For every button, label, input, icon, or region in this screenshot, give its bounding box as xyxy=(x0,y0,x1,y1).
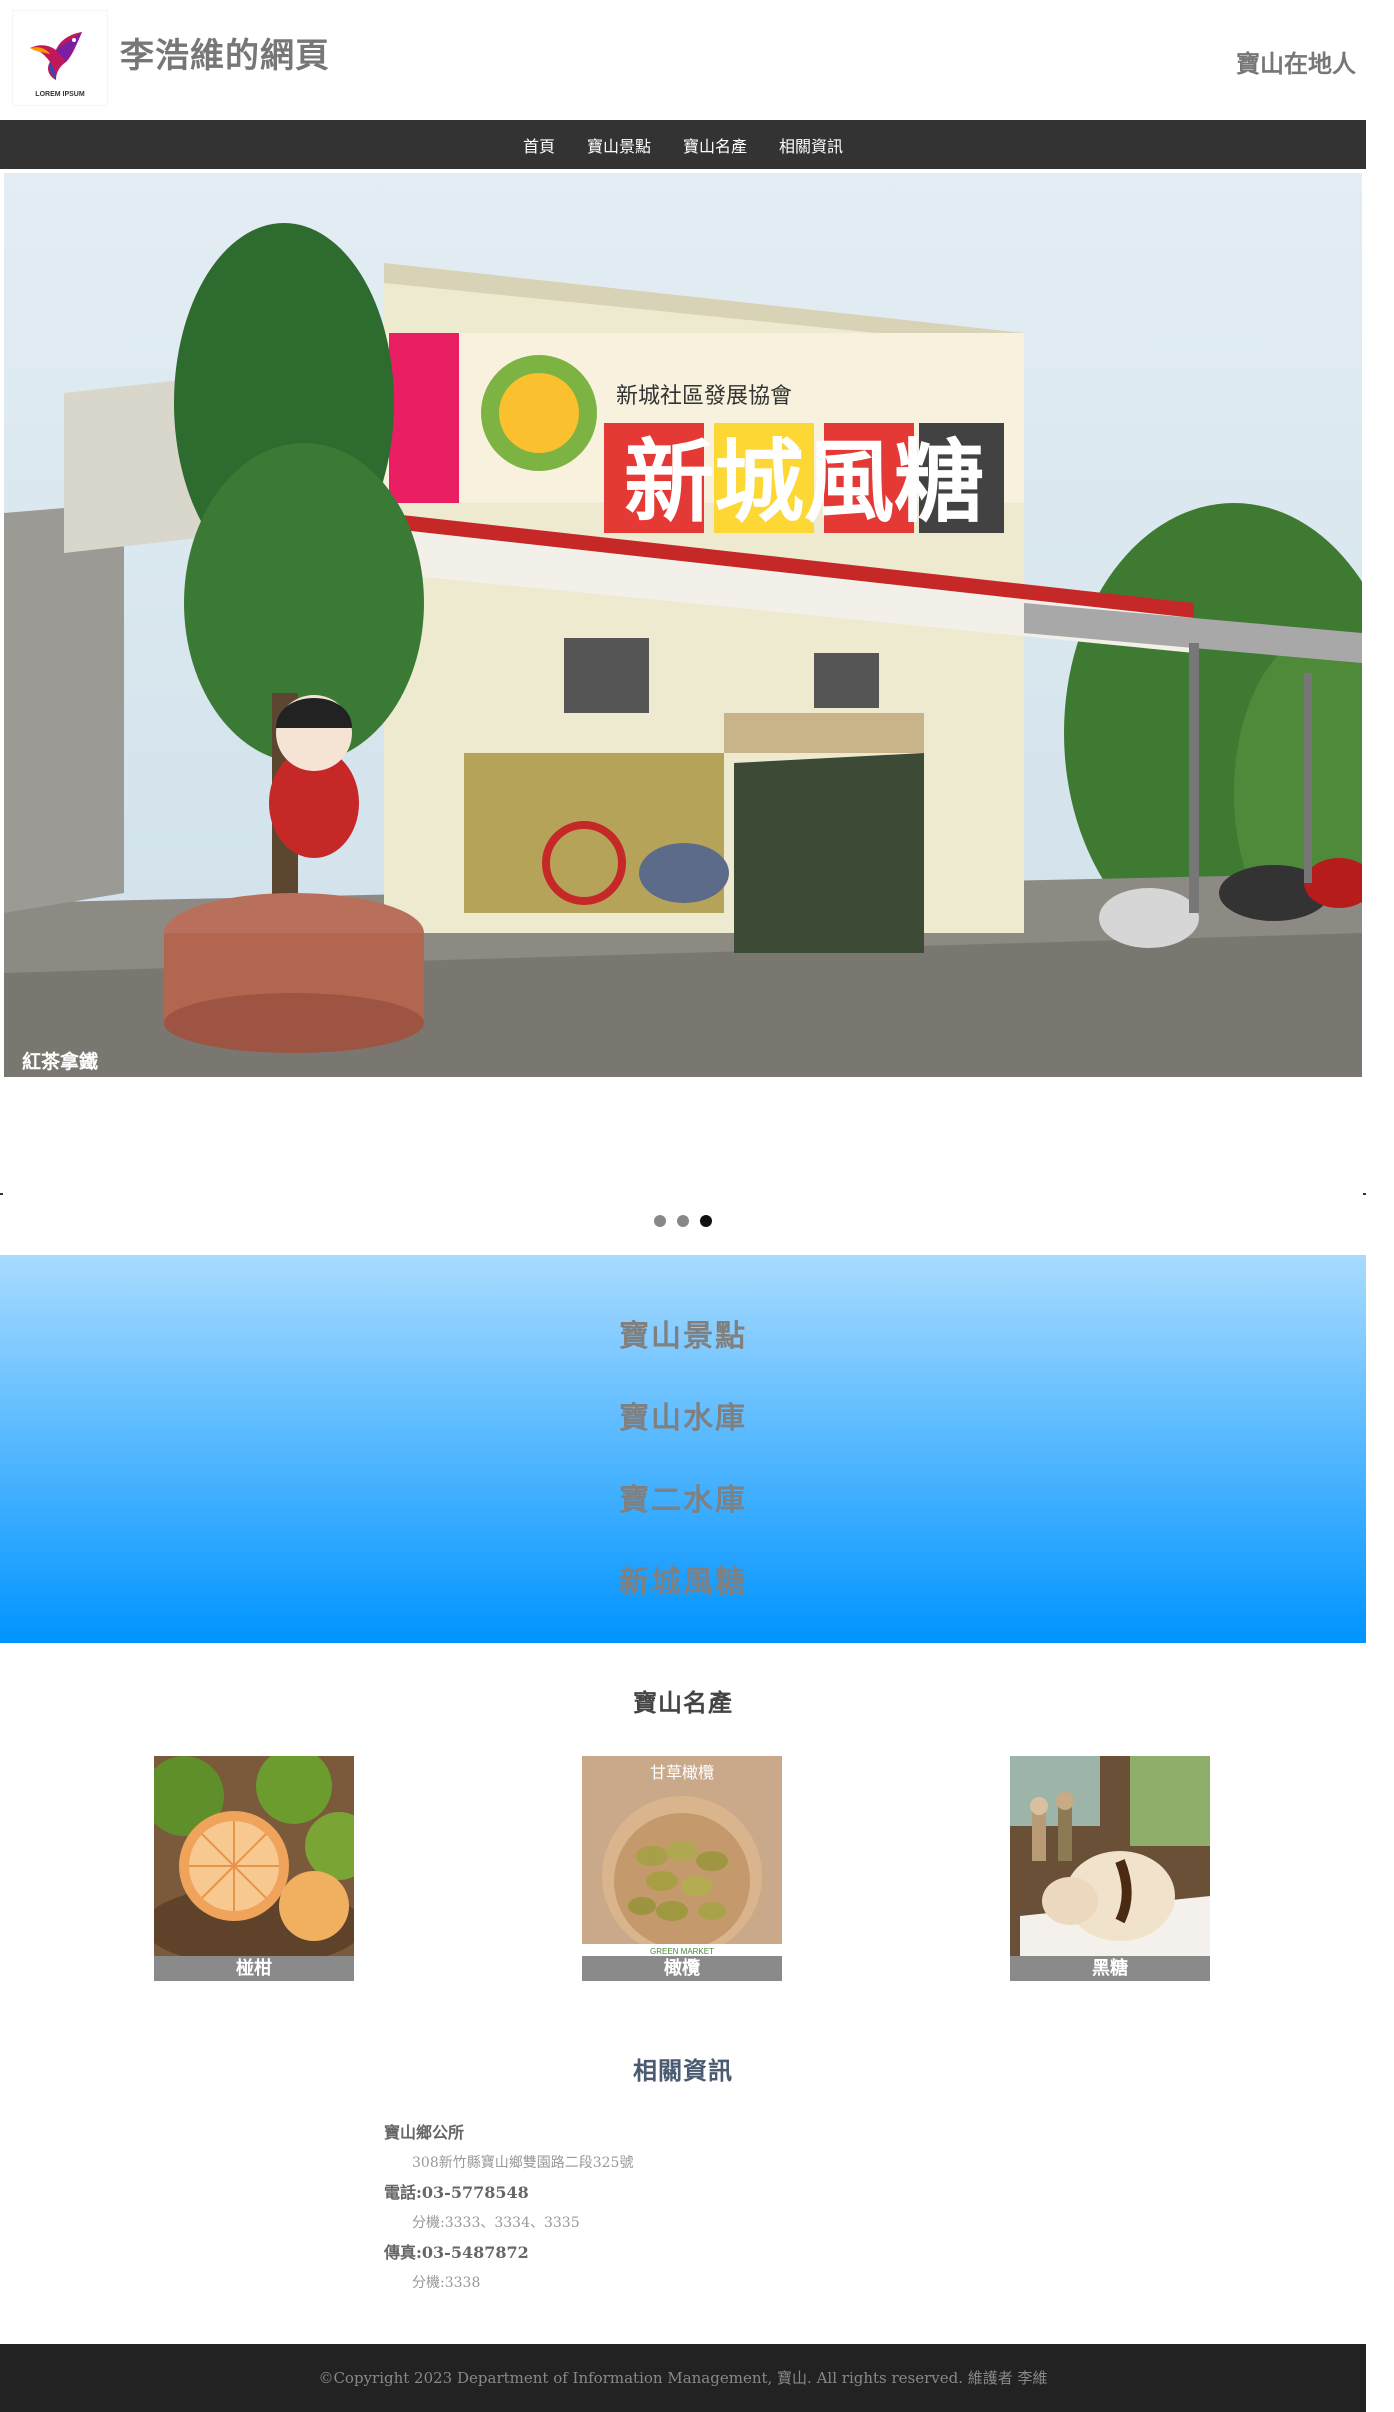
nav-item-attractions[interactable]: 寶山景點 xyxy=(587,133,651,157)
info-heading: 相關資訊 xyxy=(633,2057,733,2085)
contact-info: 寶山鄉公所 308新竹縣寶山鄉雙園路二段325號 電話:03-5778548 分… xyxy=(384,2118,1084,2298)
spot-link-attractions[interactable]: 寶山景點 xyxy=(0,1311,1366,1355)
brown-sugar-photo xyxy=(1010,1756,1210,1956)
svg-text:紅茶拿鐵: 紅茶拿鐵 xyxy=(22,1050,98,1073)
bird-logo-icon: LOREM IPSUM xyxy=(11,9,109,107)
svg-text:GREEN MARKET: GREEN MARKET xyxy=(650,1947,714,1956)
carousel-dot-2[interactable] xyxy=(677,1215,689,1227)
fax-extension: 分機:3338 xyxy=(412,2275,481,2291)
nav-item-info[interactable]: 相關資訊 xyxy=(779,133,843,157)
olive-photo: 甘草橄欖 GREEN MARKET xyxy=(582,1756,782,1956)
svg-text:新城風糖: 新城風糖 xyxy=(624,430,984,535)
site-footer: ©Copyright 2023 Department of Informatio… xyxy=(0,2344,1366,2412)
logo[interactable]: LOREM IPSUM xyxy=(11,9,109,107)
product-card-brown-sugar[interactable]: 黑糖 xyxy=(1010,1756,1210,1981)
site-header: LOREM IPSUM 李浩維的網頁 寶山在地人 xyxy=(0,0,1366,120)
carousel-dot-1[interactable] xyxy=(654,1215,666,1227)
brown-sugar-caption: 黑糖 xyxy=(1010,1956,1210,1981)
office-name: 寶山鄉公所 xyxy=(384,2123,465,2142)
main-nav: 首頁 寶山景點 寶山名產 相關資訊 xyxy=(0,120,1366,169)
fax-number: 傳真:03-5487872 xyxy=(384,2243,529,2262)
svg-text:甘草橄欖: 甘草橄欖 xyxy=(650,1763,714,1782)
carousel-indicators xyxy=(0,1215,1366,1227)
site-tagline: 寶山在地人 xyxy=(1236,50,1356,78)
olive-image: 甘草橄欖 GREEN MARKET xyxy=(582,1756,782,1956)
office-address: 308新竹縣寶山鄉雙園路二段325號 xyxy=(412,2155,634,2171)
carousel-slide-image[interactable]: 新城風糖 新城社區發展協會 紅茶拿鐵 xyxy=(4,173,1362,1077)
nav-item-home[interactable]: 首頁 xyxy=(523,133,555,157)
spot-link-baoshan-reservoir[interactable]: 寶山水庫 xyxy=(0,1393,1366,1437)
ponkan-image xyxy=(154,1756,354,1956)
product-card-ponkan[interactable]: 椪柑 xyxy=(154,1756,354,1981)
image-carousel: 新城風糖 新城社區發展協會 紅茶拿鐵 xyxy=(0,169,1366,1227)
building-photo: 新城風糖 新城社區發展協會 紅茶拿鐵 xyxy=(4,173,1362,1077)
svg-text:新城社區發展協會: 新城社區發展協會 xyxy=(616,384,792,409)
carousel-corner-left xyxy=(0,1193,3,1195)
products-heading: 寶山名產 xyxy=(633,1689,733,1717)
brown-sugar-image xyxy=(1010,1756,1210,1956)
svg-text:LOREM IPSUM: LOREM IPSUM xyxy=(35,91,85,98)
ponkan-photo xyxy=(154,1756,354,1956)
phone-number: 電話:03-5778548 xyxy=(384,2183,529,2202)
site-title: 李浩維的網頁 xyxy=(120,36,330,76)
olive-caption: 橄欖 xyxy=(582,1956,782,1981)
carousel-dot-3[interactable] xyxy=(700,1215,712,1227)
carousel-corner-right xyxy=(1363,1193,1366,1195)
spot-link-baoer-reservoir[interactable]: 寶二水庫 xyxy=(0,1475,1366,1519)
phone-extensions: 分機:3333、3334、3335 xyxy=(412,2215,580,2231)
product-card-olive[interactable]: 甘草橄欖 GREEN MARKET 橄欖 xyxy=(582,1756,782,1981)
attractions-section: 寶山景點 寶山水庫 寶二水庫 新城風糖 xyxy=(0,1255,1366,1643)
nav-item-specialties[interactable]: 寶山名產 xyxy=(683,133,747,157)
ponkan-caption: 椪柑 xyxy=(154,1956,354,1981)
spot-link-xincheng-sugar[interactable]: 新城風糖 xyxy=(0,1557,1366,1601)
